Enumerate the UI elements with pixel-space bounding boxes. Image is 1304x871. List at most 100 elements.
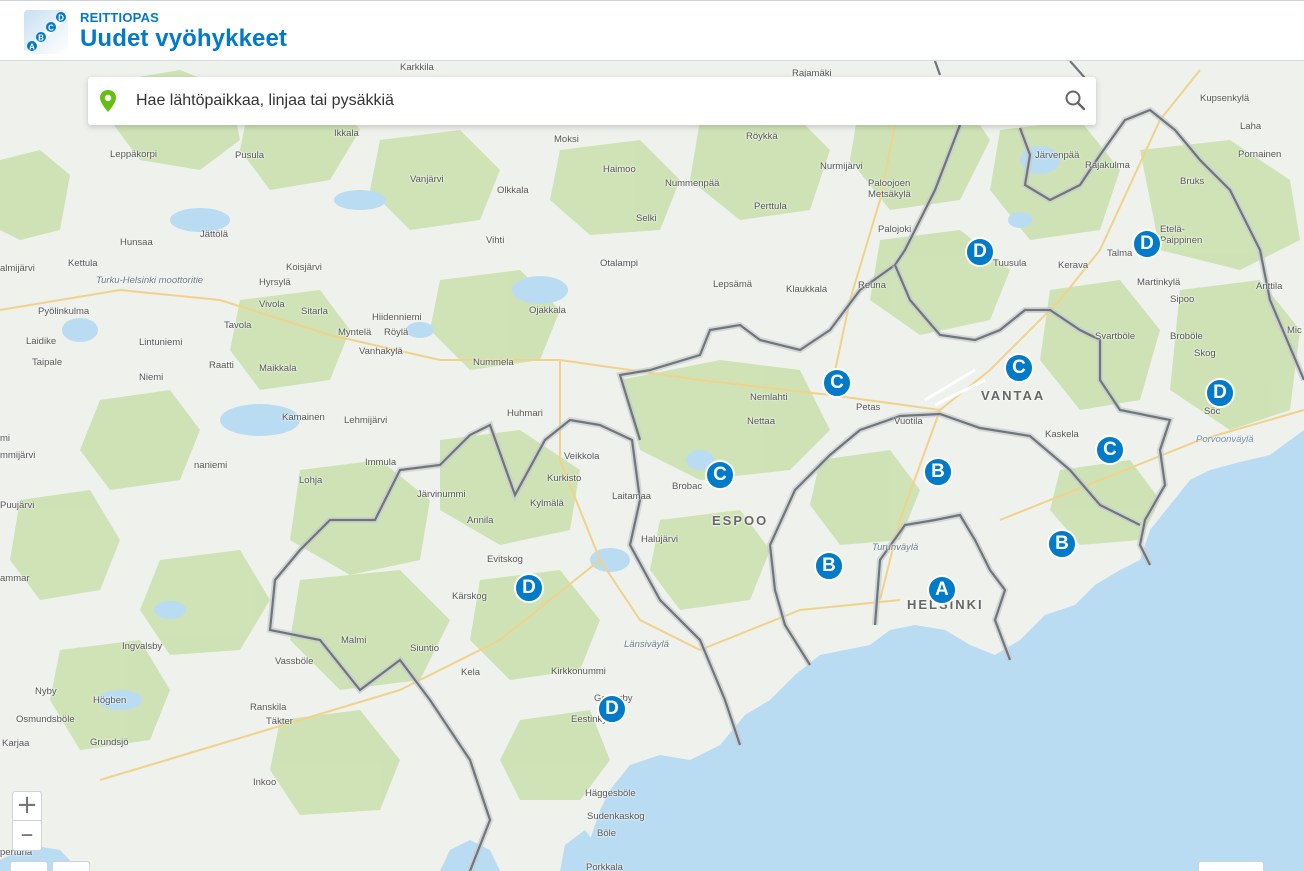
- zoom-out-button[interactable]: –: [12, 821, 42, 851]
- place-label: Vassböle: [275, 656, 314, 667]
- place-label: Laidike: [26, 336, 57, 347]
- place-label: Vanhakylä: [359, 346, 403, 357]
- place-label: Karjaa: [2, 738, 30, 749]
- app-root: A B C D REITTIOPAS Uudet vyöhykkeet Kark…: [0, 0, 1304, 871]
- place-label: Lepsämä: [713, 279, 753, 290]
- zone-d-marker[interactable]: D: [965, 237, 995, 267]
- zone-c-marker[interactable]: C: [822, 368, 852, 398]
- place-label: Pusula: [235, 150, 265, 161]
- place-label: Malmi: [341, 635, 367, 646]
- place-label: Niemi: [139, 372, 164, 383]
- place-label: Pornainen: [1238, 149, 1282, 160]
- place-label: Nyby: [35, 686, 57, 697]
- city-label-espoo: ESPOO: [712, 513, 769, 528]
- place-label: Perttula: [754, 201, 787, 212]
- place-label: Nurmijärvi: [820, 161, 863, 172]
- place-label: Böle: [597, 828, 617, 839]
- place-label: Tuusula: [993, 258, 1027, 269]
- place-label: Porkkala: [586, 862, 623, 871]
- place-label: Etelä-Paippinen: [1160, 224, 1203, 246]
- place-label: Anttila: [1256, 281, 1283, 292]
- place-label: Osmundsböle: [16, 714, 75, 725]
- place-label: Nummela: [473, 357, 514, 368]
- place-label: Lohja: [299, 475, 323, 486]
- place-label: Järvinummi: [417, 489, 466, 500]
- place-label: Klaukkala: [786, 284, 828, 295]
- place-label: Annila: [467, 515, 494, 526]
- place-label: Immula: [365, 457, 397, 468]
- place-label: Laitamaa: [612, 491, 652, 502]
- svg-text:A: A: [29, 43, 35, 52]
- place-label: Mic: [1287, 325, 1302, 336]
- place-label: Kirkkonummi: [551, 666, 606, 677]
- place-label: Leppäkorpi: [110, 149, 158, 160]
- place-label: Otalampi: [600, 258, 639, 269]
- place-label: Kerava: [1058, 260, 1089, 271]
- search-bar: [88, 77, 1096, 125]
- place-label: Palojoki: [878, 224, 912, 235]
- place-label: Nummenpää: [665, 178, 720, 189]
- place-label: Täkter: [266, 716, 293, 727]
- place-label: Ojakkala: [529, 305, 566, 316]
- zone-d-marker[interactable]: D: [514, 573, 544, 603]
- road-label: Turku-Helsinki moottoritie: [96, 275, 203, 286]
- place-label: Högben: [93, 695, 127, 706]
- place-label: Talma: [1107, 248, 1133, 259]
- zone-c-marker[interactable]: C: [1004, 353, 1034, 383]
- place-label: Pyölinkulma: [38, 306, 90, 317]
- zone-c-marker[interactable]: C: [1095, 435, 1125, 465]
- place-label: Broböle: [1170, 331, 1203, 342]
- place-label: Puujärvi: [0, 500, 35, 511]
- place-label: mi: [0, 433, 11, 444]
- zone-c-marker[interactable]: C: [705, 460, 735, 490]
- place-label: Haimoo: [603, 164, 636, 175]
- place-label: Koisjärvi: [286, 262, 322, 273]
- search-input[interactable]: [136, 77, 1036, 125]
- zone-b-marker[interactable]: B: [923, 457, 953, 487]
- place-label: Brobac: [672, 481, 703, 492]
- svg-text:B: B: [38, 34, 44, 43]
- place-label: Veikkola: [564, 451, 600, 462]
- locate-button[interactable]: [52, 861, 90, 871]
- zone-a-marker[interactable]: A: [927, 575, 957, 605]
- place-label: Martinkylä: [1137, 277, 1181, 288]
- place-label: Röylä: [384, 327, 409, 338]
- top-bar: A B C D REITTIOPAS Uudet vyöhykkeet: [0, 0, 1304, 61]
- zone-b-marker[interactable]: B: [1047, 529, 1077, 559]
- place-label: Siuntio: [410, 643, 440, 654]
- zone-d-marker[interactable]: D: [1132, 229, 1162, 259]
- place-label: Bruks: [1180, 176, 1205, 187]
- place-label: Järvenpää: [1035, 150, 1080, 161]
- layer-control-button[interactable]: [10, 861, 48, 871]
- zone-d-marker[interactable]: D: [597, 694, 627, 724]
- place-label: Vivola: [259, 299, 285, 310]
- place-label: Halujärvi: [641, 534, 678, 545]
- zone-d-marker[interactable]: D: [1205, 378, 1235, 408]
- page-title: Uudet vyöhykkeet: [80, 25, 288, 52]
- scale-bar: [1198, 861, 1264, 871]
- place-label: mmijärvi: [0, 450, 36, 461]
- place-label: Laha: [1240, 121, 1262, 132]
- place-label: Nemlahti: [750, 392, 788, 403]
- reittiopas-logo[interactable]: A B C D: [24, 10, 68, 54]
- place-label: Rajakulma: [1085, 160, 1130, 171]
- place-label: Vihti: [486, 235, 505, 246]
- place-label: Röykkä: [746, 131, 778, 142]
- brand-subtitle[interactable]: REITTIOPAS: [80, 10, 159, 25]
- place-label: Evitskog: [487, 554, 523, 565]
- place-label: Svartböle: [1095, 331, 1136, 342]
- place-label: Kela: [461, 667, 481, 678]
- place-label: Nettaa: [747, 416, 775, 427]
- place-label: Kärskog: [452, 591, 487, 602]
- zoom-in-button[interactable]: +: [12, 791, 42, 821]
- road-label: Länsiväylä: [624, 639, 669, 650]
- magnifier-icon[interactable]: [1064, 89, 1086, 111]
- place-label: Lehmijärvi: [344, 415, 388, 426]
- city-label-vantaa: VANTAA: [981, 388, 1046, 403]
- svg-text:C: C: [48, 24, 54, 33]
- zone-b-marker[interactable]: B: [814, 551, 844, 581]
- place-label: Skog: [1194, 348, 1216, 359]
- place-label: Vuotila: [894, 416, 923, 427]
- map-canvas[interactable]: Karkkila Rajamäki Kupsenkylä Ikkala Moks…: [0, 60, 1304, 871]
- place-label: Häggesböle: [585, 788, 636, 799]
